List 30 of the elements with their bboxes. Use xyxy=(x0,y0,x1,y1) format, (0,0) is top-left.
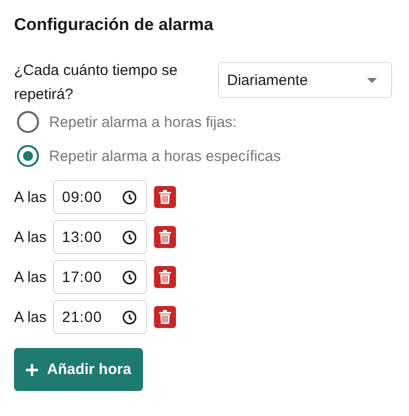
radio-label: Repetir alarma a horas fijas: xyxy=(49,114,237,130)
time-label: A las xyxy=(14,228,48,246)
time-field[interactable]: 17:00 xyxy=(53,260,147,294)
time-label: A las xyxy=(14,268,48,286)
time-label: A las xyxy=(14,188,48,206)
trash-icon xyxy=(159,270,171,284)
section-title: Configuración de alarma xyxy=(14,15,214,35)
delete-button[interactable] xyxy=(154,186,176,208)
delete-button[interactable] xyxy=(154,226,176,248)
time-field[interactable]: 13:00 xyxy=(53,220,147,254)
delete-button[interactable] xyxy=(154,306,176,328)
radio-button[interactable] xyxy=(17,111,39,133)
clock-icon xyxy=(122,230,137,244)
trash-icon xyxy=(159,230,171,244)
clock-icon xyxy=(122,310,137,324)
trash-icon xyxy=(159,310,171,324)
radio-label: Repetir alarma a horas específicas xyxy=(49,148,281,164)
plus-icon xyxy=(26,364,38,376)
clock-icon xyxy=(122,190,137,204)
caret-icon xyxy=(367,78,377,82)
add-time-button[interactable]: Añadir hora xyxy=(14,348,144,391)
delete-button[interactable] xyxy=(154,266,176,288)
frequency-dropdown[interactable]: Diariamente xyxy=(218,62,392,98)
time-field[interactable]: 09:00 xyxy=(53,180,147,214)
trash-icon xyxy=(159,190,171,204)
time-label: A las xyxy=(14,308,48,326)
radio-button[interactable] xyxy=(17,145,39,167)
field-label: ¿Cada cuánto tiempo se repetirá? xyxy=(14,61,178,105)
clock-icon xyxy=(122,270,137,284)
time-field[interactable]: 21:00 xyxy=(53,300,147,334)
